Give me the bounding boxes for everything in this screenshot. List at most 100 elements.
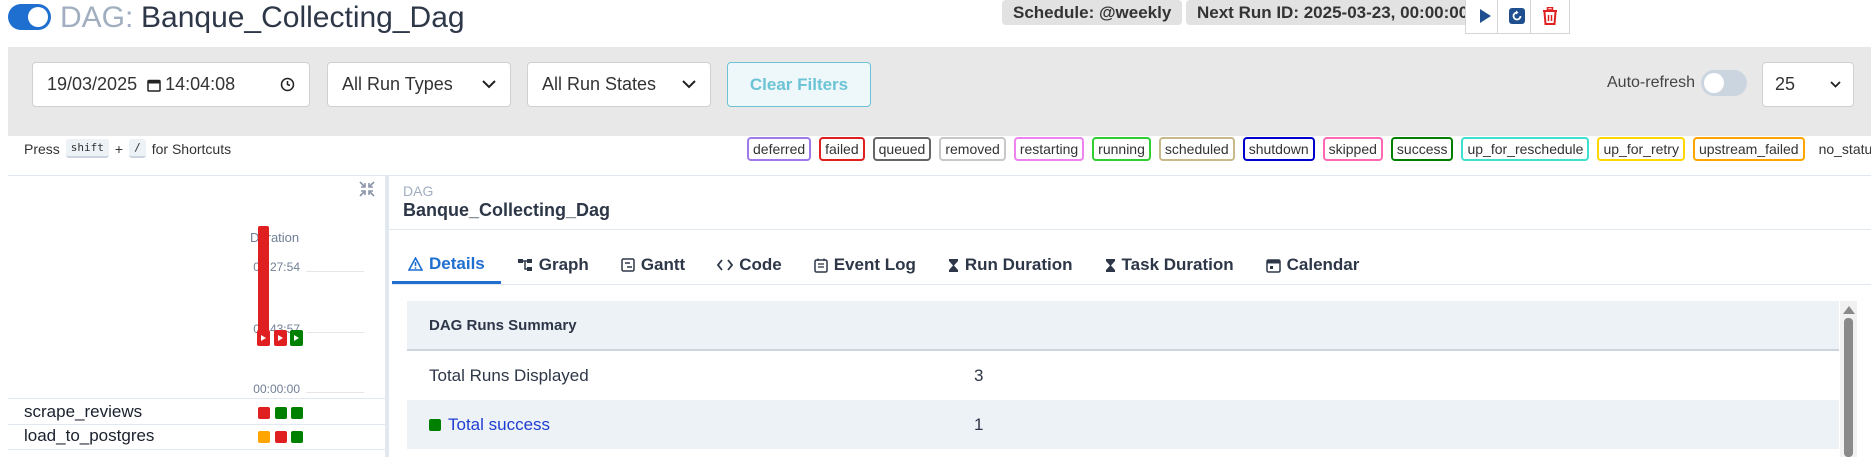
legend-up-for-reschedule[interactable]: up_for_reschedule: [1461, 137, 1590, 161]
details-tabs: Details Graph Gantt Code Event Log Run D…: [392, 246, 1375, 286]
clock-icon: [280, 77, 295, 92]
panel-resizer[interactable]: [385, 175, 389, 457]
reload-icon: [1509, 7, 1525, 24]
run-state-value: All Run States: [542, 74, 657, 94]
task-instance-cell[interactable]: [258, 407, 270, 419]
table-row: Total Runs Displayed 3: [407, 351, 1839, 400]
page-size-select[interactable]: 25: [1762, 62, 1854, 107]
task-instance-cell[interactable]: [291, 407, 303, 419]
task-instance-cell[interactable]: [291, 431, 303, 443]
chevron-down-icon: [1830, 81, 1841, 88]
auto-refresh-toggle[interactable]: [1701, 70, 1747, 96]
tab-graph[interactable]: Graph: [501, 246, 605, 284]
grid-line: [306, 392, 364, 393]
tab-label: Run Duration: [964, 255, 1073, 274]
divider: [8, 449, 385, 450]
play-icon: [1480, 8, 1491, 23]
page-title: Banque_Collecting_Dag: [141, 1, 465, 34]
grid-line: [306, 332, 364, 333]
chevron-down-icon: [482, 80, 496, 89]
shortcut-suffix: for Shortcuts: [151, 140, 232, 157]
legend-removed[interactable]: removed: [939, 137, 1006, 161]
run-type-value: All Run Types: [342, 74, 453, 94]
run-button[interactable]: [274, 330, 287, 346]
dag-runs-summary: DAG Runs Summary Total Runs Displayed 3 …: [407, 301, 1839, 449]
details-dag-label: DAG: [403, 183, 434, 199]
auto-refresh-label: Auto-refresh: [1607, 74, 1696, 91]
hourglass-icon: [1105, 258, 1115, 272]
run-type-select[interactable]: All Run Types: [327, 62, 511, 107]
legend-running[interactable]: running: [1092, 137, 1151, 161]
tab-run-duration[interactable]: Run Duration: [932, 246, 1089, 284]
schedule-badge: Schedule: @weekly: [1002, 0, 1183, 25]
success-swatch-icon: [429, 418, 441, 431]
divider: [389, 229, 1871, 230]
tab-calendar[interactable]: Calendar: [1250, 246, 1376, 284]
dag-pause-toggle[interactable]: [8, 4, 51, 30]
divider: [392, 284, 1871, 285]
divider: [8, 175, 1871, 176]
delete-dag-button[interactable]: [1530, 0, 1570, 34]
run-button[interactable]: [257, 330, 270, 346]
gantt-icon: [621, 258, 635, 272]
page-size-value: 25: [1775, 74, 1796, 94]
run-state-select[interactable]: All Run States: [527, 62, 711, 107]
calendar-icon: [1265, 258, 1281, 273]
legend-scheduled[interactable]: scheduled: [1158, 137, 1235, 161]
shortcut-key-slash: /: [129, 139, 146, 158]
details-dag-name: Banque_Collecting_Dag: [403, 200, 611, 220]
duration-tick: 00:00:00: [253, 382, 300, 396]
legend-success[interactable]: success: [1390, 137, 1454, 161]
chevron-down-icon: [682, 80, 696, 89]
task-instance-cell[interactable]: [258, 431, 270, 443]
tab-details[interactable]: Details: [392, 246, 501, 284]
play-icon: [294, 335, 299, 341]
run-button[interactable]: [290, 330, 303, 346]
row-label: Total Runs Displayed: [429, 365, 589, 385]
state-legend: deferred failed queued removed restarting run…: [747, 137, 1871, 161]
shortcut-hint: Press shift + / for Shortcuts: [24, 139, 231, 158]
legend-restarting[interactable]: restarting: [1013, 137, 1085, 161]
toggle-knob: [28, 7, 48, 27]
collapse-icon[interactable]: [358, 180, 376, 203]
hourglass-icon: [948, 258, 958, 272]
row-value: 1: [974, 414, 984, 434]
time-value: 14:04:08: [165, 74, 236, 94]
tab-label: Graph: [538, 255, 589, 274]
legend-up-for-retry[interactable]: up_for_retry: [1597, 137, 1685, 161]
row-value: 3: [974, 365, 984, 385]
play-icon: [261, 335, 266, 341]
legend-skipped[interactable]: skipped: [1322, 137, 1383, 161]
graph-icon: [517, 259, 532, 271]
summary-title: DAG Runs Summary: [407, 301, 1839, 351]
tab-label: Details: [429, 253, 485, 273]
legend-upstream-failed[interactable]: upstream_failed: [1692, 137, 1805, 161]
scroll-up-arrow-icon[interactable]: [1843, 306, 1855, 314]
task-instance-cell[interactable]: [275, 431, 287, 443]
code-icon: [717, 259, 734, 271]
tab-label: Code: [739, 255, 782, 274]
tab-event-log[interactable]: Event Log: [798, 246, 932, 284]
task-instance-cell[interactable]: [275, 407, 287, 419]
tab-code[interactable]: Code: [701, 246, 798, 284]
table-row: Total success 1: [407, 400, 1839, 449]
total-success-link[interactable]: Total success: [448, 415, 550, 435]
divider: [8, 398, 385, 399]
clear-filters-button[interactable]: Clear Filters: [727, 62, 871, 107]
legend-no-status[interactable]: no_status: [1813, 137, 1871, 161]
calendar-icon: [147, 79, 161, 92]
legend-queued[interactable]: queued: [872, 137, 932, 161]
tab-label: Task Duration: [1121, 255, 1234, 274]
tab-task-duration[interactable]: Task Duration: [1089, 246, 1250, 284]
base-date-input[interactable]: 19/03/2025 14:04:08: [32, 62, 310, 107]
legend-deferred[interactable]: deferred: [747, 137, 812, 161]
legend-failed[interactable]: failed: [819, 137, 865, 161]
trash-icon: [1543, 6, 1557, 25]
tab-gantt[interactable]: Gantt: [605, 246, 701, 284]
shortcut-plus: +: [114, 140, 124, 157]
task-name[interactable]: scrape_reviews: [24, 402, 142, 422]
run-duration-bar[interactable]: [258, 226, 269, 330]
scrollbar-thumb[interactable]: [1844, 318, 1853, 457]
legend-shutdown[interactable]: shutdown: [1242, 137, 1315, 161]
task-name[interactable]: load_to_postgres: [24, 426, 154, 446]
